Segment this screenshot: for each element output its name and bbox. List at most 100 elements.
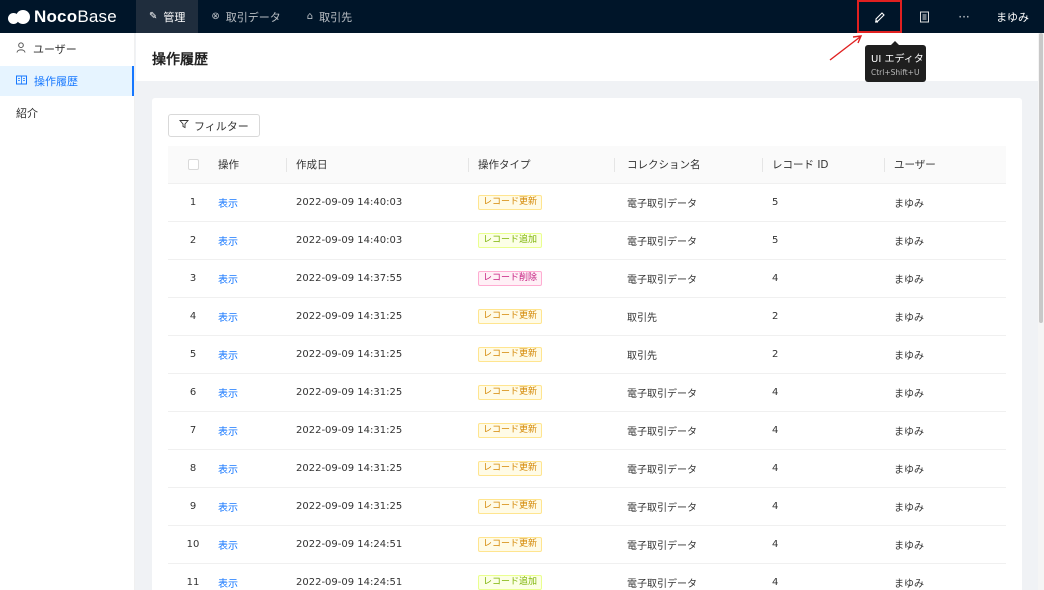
type-cell: レコード更新 <box>468 183 614 222</box>
record-id-cell: 5 <box>762 221 884 260</box>
header-record-id: レコード ID <box>762 146 884 184</box>
menu-config-button[interactable] <box>904 0 944 33</box>
topnav-item-admin[interactable]: ✎ 管理 <box>136 0 199 33</box>
view-link-cell: 表示 <box>218 373 286 412</box>
collection-cell: 電子取引データ <box>614 525 762 564</box>
book-open-icon <box>16 75 27 88</box>
pencil-icon: ✎ <box>149 11 158 22</box>
header-type: 操作タイプ <box>468 146 614 184</box>
type-cell: レコード更新 <box>468 525 614 564</box>
type-tag: レコード更新 <box>478 346 543 362</box>
table-row[interactable]: 3 表示 2022-09-09 14:37:55 レコード削除 電子取引データ 4 まゆみ <box>168 259 1006 298</box>
select-all-checkbox[interactable] <box>187 158 199 170</box>
type-tag: レコード更新 <box>478 422 543 438</box>
collection-cell: 電子取引データ <box>614 563 762 590</box>
view-link[interactable]: 表示 <box>218 313 238 324</box>
row-index: 1 <box>168 183 218 222</box>
view-link[interactable]: 表示 <box>218 427 238 438</box>
created-at-cell: 2022-09-09 14:31:25 <box>286 411 468 450</box>
table-row[interactable]: 9 表示 2022-09-09 14:31:25 レコード更新 電子取引データ 4 まゆみ <box>168 487 1006 526</box>
collection-cell: 電子取引データ <box>614 487 762 526</box>
audit-log-table: 操作 作成日 操作タイプ コレクション名 レコード ID ユーザー 1 表示 202… <box>168 146 1006 590</box>
view-link[interactable]: 表示 <box>218 275 238 286</box>
view-link-cell: 表示 <box>218 297 286 336</box>
table-row[interactable]: 6 表示 2022-09-09 14:31:25 レコード更新 電子取引データ 4 まゆみ <box>168 373 1006 412</box>
view-link-cell: 表示 <box>218 335 286 374</box>
view-link-cell: 表示 <box>218 525 286 564</box>
topnav-item-label: 取引データ <box>225 10 281 24</box>
user-cell: まゆみ <box>884 259 1006 298</box>
table-row[interactable]: 7 表示 2022-09-09 14:31:25 レコード更新 電子取引データ 4 まゆみ <box>168 411 1006 450</box>
type-tag: レコード更新 <box>478 308 543 324</box>
view-link[interactable]: 表示 <box>218 465 238 476</box>
header-op: 操作 <box>218 146 286 184</box>
user-cell: まゆみ <box>884 297 1006 336</box>
view-link[interactable]: 表示 <box>218 199 238 210</box>
record-id-cell: 4 <box>762 259 884 298</box>
view-link[interactable]: 表示 <box>218 503 238 514</box>
table-row[interactable]: 5 表示 2022-09-09 14:31:25 レコード更新 取引先 2 まゆみ <box>168 335 1006 374</box>
table-row[interactable]: 4 表示 2022-09-09 14:31:25 レコード更新 取引先 2 まゆみ <box>168 297 1006 336</box>
topnav-item-clients[interactable]: ⌂ 取引先 <box>294 0 365 33</box>
view-link[interactable]: 表示 <box>218 389 238 400</box>
topnav-item-label: 管理 <box>163 10 186 24</box>
record-id-cell: 2 <box>762 297 884 336</box>
view-link-cell: 表示 <box>218 259 286 298</box>
view-link[interactable]: 表示 <box>218 579 238 590</box>
sidebar-item-audit-logs[interactable]: 操作履歴 <box>0 66 134 96</box>
view-link[interactable]: 表示 <box>218 541 238 552</box>
collection-cell: 電子取引データ <box>614 259 762 298</box>
table-row[interactable]: 1 表示 2022-09-09 14:40:03 レコード更新 電子取引データ 5 まゆみ <box>168 183 1006 222</box>
created-at-cell: 2022-09-09 14:31:25 <box>286 335 468 374</box>
sidebar-item-label: ユーザー <box>33 43 77 56</box>
type-cell: レコード更新 <box>468 449 614 488</box>
created-at-cell: 2022-09-09 14:37:55 <box>286 259 468 298</box>
collection-cell: 電子取引データ <box>614 449 762 488</box>
row-index: 7 <box>168 411 218 450</box>
scrollbar-thumb[interactable] <box>1039 33 1043 323</box>
type-tag: レコード更新 <box>478 460 543 476</box>
table-header-row: 操作 作成日 操作タイプ コレクション名 レコード ID ユーザー <box>168 146 1006 184</box>
user-cell: まゆみ <box>884 335 1006 374</box>
type-tag: レコード更新 <box>478 498 543 514</box>
type-cell: レコード追加 <box>468 563 614 590</box>
type-cell: レコード追加 <box>468 221 614 260</box>
record-id-cell: 4 <box>762 373 884 412</box>
collection-cell: 電子取引データ <box>614 221 762 260</box>
topnav-item-transactions[interactable]: ⊗ 取引データ <box>198 0 293 33</box>
page-scrollbar[interactable] <box>1038 33 1044 590</box>
user-cell: まゆみ <box>884 449 1006 488</box>
view-link[interactable]: 表示 <box>218 237 238 248</box>
view-link[interactable]: 表示 <box>218 351 238 362</box>
table-row[interactable]: 2 表示 2022-09-09 14:40:03 レコード追加 電子取引データ 5 まゆみ <box>168 221 1006 260</box>
filter-label: フィルター <box>194 119 249 133</box>
type-tag: レコード更新 <box>478 536 543 552</box>
view-link-cell: 表示 <box>218 221 286 260</box>
type-tag: レコード削除 <box>478 270 543 286</box>
table-row[interactable]: 8 表示 2022-09-09 14:31:25 レコード更新 電子取引データ 4 まゆみ <box>168 449 1006 488</box>
table-row[interactable]: 10 表示 2022-09-09 14:24:51 レコード更新 電子取引データ 4 まゆみ <box>168 525 1006 564</box>
row-index: 6 <box>168 373 218 412</box>
book-icon <box>919 11 929 22</box>
record-id-cell: 2 <box>762 335 884 374</box>
type-tag: レコード追加 <box>478 574 543 590</box>
user-menu[interactable]: まゆみ <box>984 9 1044 25</box>
created-at-cell: 2022-09-09 14:24:51 <box>286 563 468 590</box>
ui-editor-tooltip: UI エディタ Ctrl+Shift+U <box>865 41 926 82</box>
more-button[interactable]: ··· <box>944 0 984 33</box>
type-cell: レコード更新 <box>468 373 614 412</box>
sidebar: ユーザー 操作履歴 紹介 <box>0 33 135 590</box>
user-icon <box>16 42 26 56</box>
row-index: 5 <box>168 335 218 374</box>
nocobase-logo[interactable]: NocoBase <box>8 6 117 28</box>
header-user: ユーザー <box>884 146 1006 184</box>
sidebar-item-users[interactable]: ユーザー <box>0 34 134 64</box>
annotation-arrow <box>829 35 863 61</box>
record-id-cell: 4 <box>762 487 884 526</box>
ui-editor-button[interactable] <box>857 0 902 33</box>
sidebar-item-intro[interactable]: 紹介 <box>0 98 134 128</box>
filter-button[interactable]: フィルター <box>168 114 260 137</box>
view-link-cell: 表示 <box>218 449 286 488</box>
table-row[interactable]: 11 表示 2022-09-09 14:24:51 レコード追加 電子取引データ 4 まゆみ <box>168 563 1006 590</box>
row-index: 9 <box>168 487 218 526</box>
